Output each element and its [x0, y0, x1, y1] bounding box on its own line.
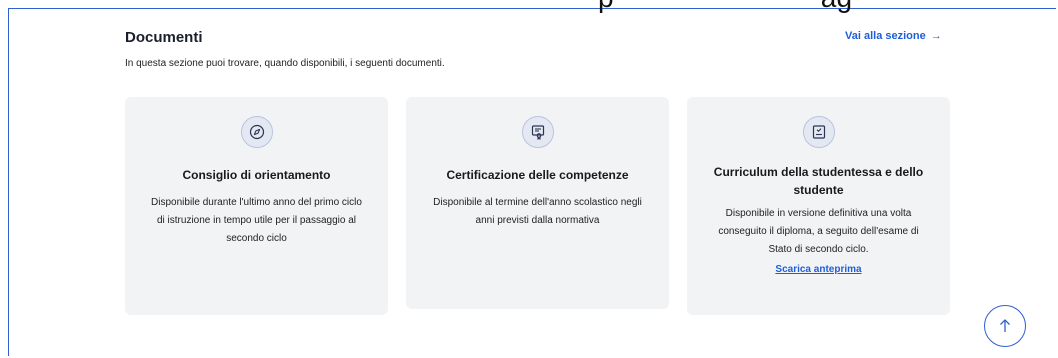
- go-to-section-link[interactable]: Vai alla sezione →: [845, 30, 942, 42]
- card-description: Disponibile in versione definitiva una v…: [718, 208, 919, 255]
- card-certificazione-competenze: Certificazione delle competenze Disponib…: [406, 97, 669, 309]
- scroll-to-top-button[interactable]: [984, 305, 1026, 347]
- card-title: Curriculum della studentessa e dello stu…: [713, 165, 924, 197]
- certificate-icon: [521, 116, 554, 148]
- section-description: In questa sezione puoi trovare, quando d…: [125, 58, 445, 69]
- clipped-heading-text: pag: [598, 0, 852, 14]
- arrow-right-icon: →: [930, 30, 942, 42]
- checklist-document-icon: [802, 116, 835, 148]
- compass-icon: [240, 116, 273, 148]
- section-title: Documenti: [125, 29, 203, 46]
- card-title: Consiglio di orientamento: [182, 168, 331, 182]
- download-preview-link[interactable]: Scarica anteprima: [775, 264, 861, 275]
- card-consiglio-orientamento: Consiglio di orientamento Disponibile du…: [125, 97, 388, 315]
- card-description: Disponibile durante l'ultimo anno del pr…: [151, 197, 362, 244]
- card-curriculum-studente: Curriculum della studentessa e dello stu…: [687, 97, 950, 315]
- card-description: Disponibile al termine dell'anno scolast…: [433, 197, 642, 226]
- card-title: Certificazione delle competenze: [446, 168, 629, 182]
- go-to-section-label: Vai alla sezione: [845, 30, 926, 42]
- arrow-up-icon: [1000, 319, 1010, 332]
